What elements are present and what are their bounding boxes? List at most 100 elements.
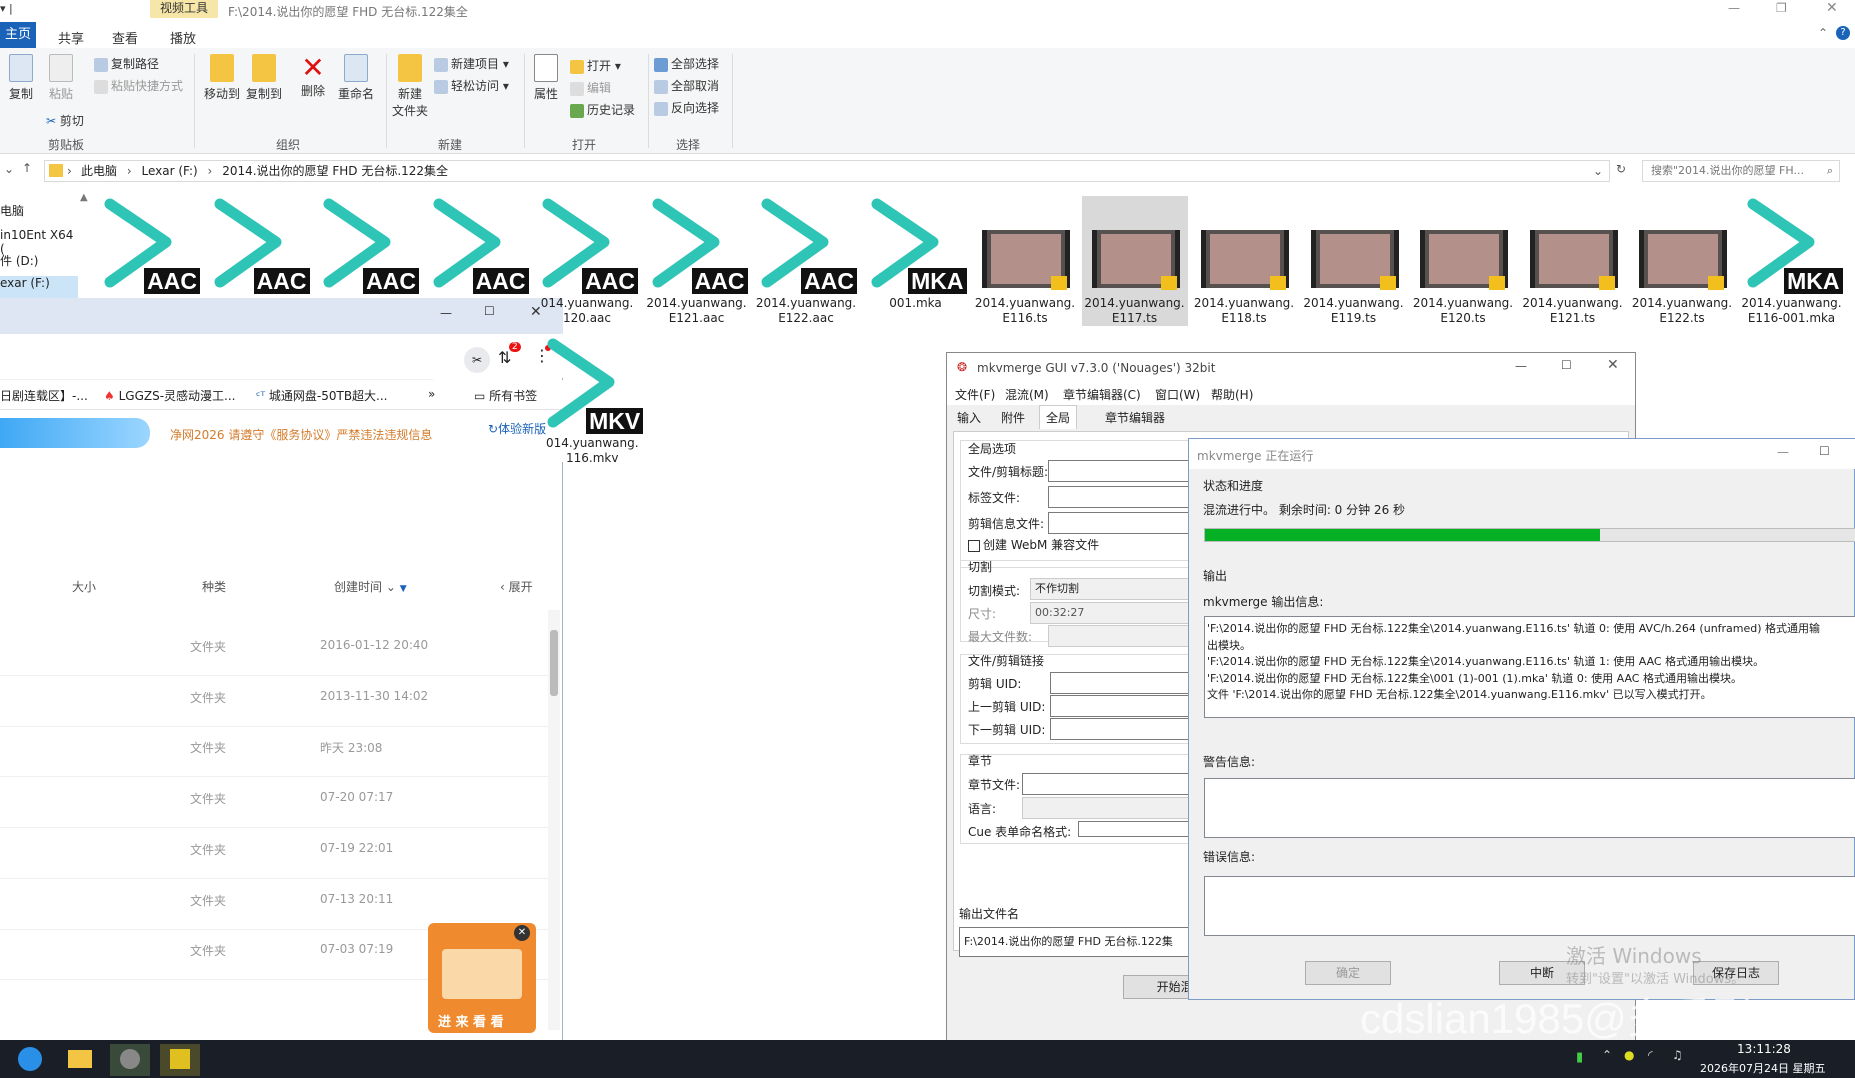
copy-path-button[interactable]: 复制路径 xyxy=(94,55,159,72)
file-item[interactable]: AAC 2014.yuanwang. E122.aac xyxy=(753,196,859,326)
scrollbar-thumb[interactable] xyxy=(550,630,558,696)
column-type[interactable]: 种类 xyxy=(202,578,226,595)
paste-shortcut-button[interactable]: 粘贴快捷方式 xyxy=(94,77,183,94)
breadcrumb-this-pc[interactable]: 此电脑 xyxy=(81,164,117,178)
maximize-icon[interactable]: ☐ xyxy=(1561,358,1572,372)
browser-scrollbar[interactable] xyxy=(548,610,560,1030)
copy-button[interactable]: 复制 xyxy=(6,54,36,102)
up-arrow-icon[interactable]: ↑ xyxy=(22,161,32,175)
bookmark-item[interactable]: 日剧连载区】-... xyxy=(0,387,88,404)
clock-time[interactable]: 13:11:28 xyxy=(1724,1042,1804,1056)
file-item[interactable]: MKV 014.yuanwang. 116.mkv xyxy=(539,336,645,466)
copy-to-button[interactable]: 复制到 xyxy=(244,54,284,102)
nav-item-pc[interactable]: 电脑 xyxy=(0,202,24,219)
file-explorer-icon[interactable] xyxy=(60,1044,100,1076)
file-item[interactable]: AAC xyxy=(315,196,421,296)
tray-chevron-icon[interactable]: ⌃ xyxy=(1602,1048,1612,1062)
rename-button[interactable]: 重命名 xyxy=(334,54,378,102)
file-item[interactable]: AAC 014.yuanwang. 120.aac xyxy=(534,196,640,326)
history-button[interactable]: 历史记录 xyxy=(570,101,635,118)
maximize-icon[interactable]: ❐ xyxy=(1776,1,1787,15)
tab-attachments[interactable]: 附件 xyxy=(1001,409,1025,426)
menu-file[interactable]: 文件(F) xyxy=(955,386,995,403)
help-icon[interactable]: ? xyxy=(1836,26,1850,40)
file-item[interactable]: AAC 2014.yuanwang. E121.aac xyxy=(644,196,750,326)
column-created[interactable]: 创建时间 ⌄ ▼ xyxy=(334,578,407,595)
context-tab-video-tools[interactable]: 视频工具 xyxy=(150,0,218,18)
tab-share[interactable]: 共享 xyxy=(58,28,84,47)
scroll-up-icon[interactable]: ▲ xyxy=(80,192,88,203)
try-new-version-button[interactable]: ↻体验新版 xyxy=(488,420,546,437)
tray-app-icon[interactable]: ● xyxy=(1624,1048,1634,1062)
cut-button[interactable]: ✂ 剪切 xyxy=(46,112,84,129)
invert-selection-button[interactable]: 反向选择 xyxy=(654,99,719,116)
file-item[interactable]: 2014.yuanwang. E118.ts xyxy=(1191,196,1297,326)
app-taskbar-icon[interactable] xyxy=(160,1044,200,1076)
file-item[interactable]: 2014.yuanwang. E122.ts xyxy=(1629,196,1735,326)
extension-icon[interactable]: ⇅ xyxy=(498,348,511,367)
tab-home[interactable]: 主页 xyxy=(0,22,36,48)
clock-date[interactable]: 2026年07月24日 星期五 xyxy=(1700,1060,1826,1076)
bookmarks-overflow[interactable]: » xyxy=(428,387,435,401)
file-item[interactable]: MKA 2014.yuanwang. E116-001.mka xyxy=(1739,196,1845,326)
quick-access-icon[interactable]: ▾ | xyxy=(0,2,13,15)
search-input[interactable]: 搜索"2014.说出你的愿望 FH... ⌕ xyxy=(1642,160,1840,182)
breadcrumb-folder[interactable]: 2014.说出你的愿望 FHD 无台标.122集全 xyxy=(222,164,448,178)
nav-dropdown-icon[interactable]: ⌄ xyxy=(4,162,14,176)
maximize-icon[interactable]: ☐ xyxy=(484,304,495,318)
new-folder-button[interactable]: 新建 文件夹 xyxy=(390,54,430,119)
tab-view[interactable]: 查看 xyxy=(112,28,138,47)
nav-item-f[interactable]: exar (F:) xyxy=(0,276,78,298)
all-bookmarks[interactable]: ▭ 所有书签 xyxy=(474,387,537,404)
select-all-button[interactable]: 全部选择 xyxy=(654,55,719,72)
file-item[interactable]: AAC xyxy=(206,196,312,296)
webm-checkbox[interactable]: 创建 WebM 兼容文件 xyxy=(968,536,1099,553)
bookmark-item[interactable]: ᶜᵀ 城通网盘-50TB超大... xyxy=(256,387,388,404)
tab-input[interactable]: 输入 xyxy=(957,409,981,426)
delete-button[interactable]: ✕ 删除 xyxy=(296,54,330,99)
wifi-icon[interactable]: ◜ xyxy=(1648,1048,1653,1062)
battery-icon[interactable]: ▮ xyxy=(1576,1050,1583,1065)
tab-chapter-editor[interactable]: 章节编辑器 xyxy=(1105,409,1165,426)
volume-icon[interactable]: ♫ xyxy=(1672,1048,1683,1062)
select-none-button[interactable]: 全部取消 xyxy=(654,77,719,94)
file-item[interactable]: 2014.yuanwang. E119.ts xyxy=(1301,196,1407,326)
menu-help[interactable]: 帮助(H) xyxy=(1211,386,1253,403)
address-input[interactable]: › 此电脑 › Lexar (F:) › 2014.说出你的愿望 FHD 无台标… xyxy=(44,160,1610,182)
bookmark-item[interactable]: ♠ LGGZS-灵感动漫工... xyxy=(104,387,236,404)
menu-mux[interactable]: 混流(M) xyxy=(1005,386,1049,403)
close-icon[interactable]: ✕ xyxy=(1607,357,1619,373)
column-size[interactable]: 大小 xyxy=(72,578,96,595)
file-item[interactable]: 2014.yuanwang. E121.ts xyxy=(1520,196,1626,326)
file-item[interactable]: 2014.yuanwang. E120.ts xyxy=(1410,196,1516,326)
properties-button[interactable]: 属性 xyxy=(530,54,562,102)
ad-banner[interactable]: ✕ 进 来 看 看 xyxy=(428,923,536,1033)
paste-button[interactable]: 粘贴 xyxy=(46,54,76,102)
browser-360-icon[interactable] xyxy=(10,1044,50,1076)
minimize-icon[interactable]: — xyxy=(1728,1,1740,15)
menu-chapter-editor[interactable]: 章节编辑器(C) xyxy=(1063,386,1141,403)
easy-access-button[interactable]: 轻松访问 ▾ xyxy=(434,77,509,94)
minimize-icon[interactable]: — xyxy=(1777,445,1789,459)
close-ad-icon[interactable]: ✕ xyxy=(514,925,530,941)
ok-button[interactable]: 确定 xyxy=(1305,961,1391,985)
file-item[interactable]: 2014.yuanwang. E117.ts xyxy=(1081,196,1188,326)
collapse-ribbon-icon[interactable]: ⌃ xyxy=(1818,26,1828,40)
tab-global[interactable]: 全局 xyxy=(1039,405,1078,429)
file-item[interactable]: AAC xyxy=(96,196,202,296)
close-icon[interactable]: ✕ xyxy=(1826,0,1838,16)
expand-button[interactable]: ‹ 展开 xyxy=(500,578,533,595)
menu-window[interactable]: 窗口(W) xyxy=(1155,386,1200,403)
breadcrumb-drive[interactable]: Lexar (F:) xyxy=(141,164,197,178)
refresh-icon[interactable]: ↻ xyxy=(1616,162,1626,176)
mkvmerge-taskbar-icon[interactable] xyxy=(110,1044,150,1076)
tab-play[interactable]: 播放 xyxy=(170,28,196,47)
new-item-button[interactable]: 新建项目 ▾ xyxy=(434,55,509,72)
maximize-icon[interactable]: ☐ xyxy=(1819,444,1830,458)
minimize-icon[interactable]: — xyxy=(440,306,452,320)
address-dropdown-icon[interactable]: ⌄ xyxy=(1593,161,1603,181)
nav-item-d[interactable]: 件 (D:) xyxy=(0,252,38,269)
edit-button[interactable]: 编辑 xyxy=(570,79,611,96)
open-button[interactable]: 打开 ▾ xyxy=(570,57,621,74)
scissors-icon[interactable]: ✂ xyxy=(464,347,490,373)
